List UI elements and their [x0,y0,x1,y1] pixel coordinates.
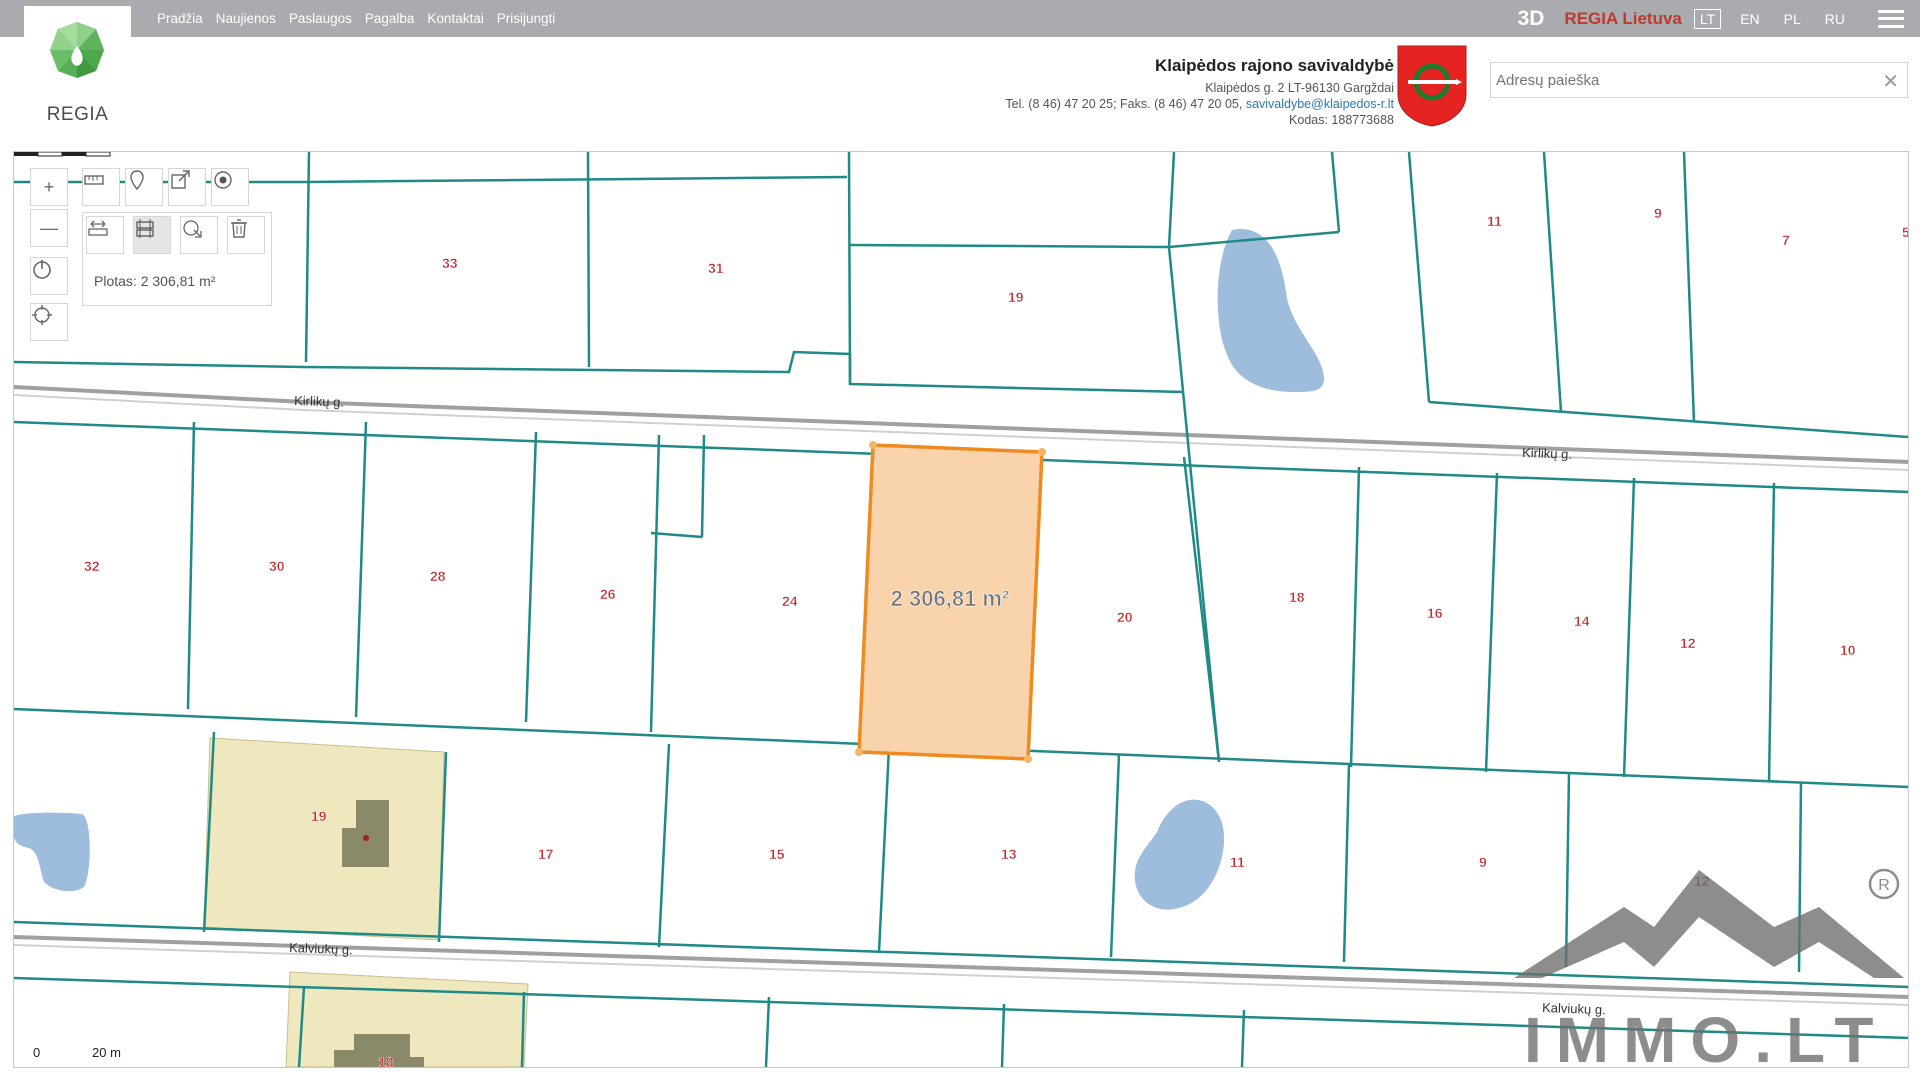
parcel-number: 26 [600,586,616,602]
locate-icon[interactable] [30,303,68,341]
vertex-handle[interactable] [1038,448,1046,456]
scale-zero: 0 [33,1045,41,1060]
top-right-controls: 3D REGIA Lietuva LT EN PL RU [1518,0,1920,37]
regia-logo-text: REGIA [46,104,109,125]
parcel-number: 9 [1654,205,1662,221]
parcel-number: 14 [1574,613,1590,629]
parcel-number: 17 [538,846,554,862]
parcel-number: 11 [1230,854,1245,870]
parcel-number: 15 [769,846,785,862]
parcel-number: 31 [708,260,724,276]
nav-item-pagalba[interactable]: Pagalba [365,11,415,26]
street-label: Kalviukų g. [289,940,353,957]
parcel-number: 10 [1840,642,1856,658]
pond [1217,228,1325,392]
street-label: Kirlikų g. [294,393,344,410]
municipality-email[interactable]: savivaldybe@klaipedos-r.lt [1246,97,1394,111]
parcel-number: 20 [1117,609,1133,625]
building-point [363,835,369,841]
trash-icon[interactable] [227,216,265,254]
parcel-number: 30 [269,558,285,574]
parcel-number: 28 [430,568,446,584]
nav-item-kontaktai[interactable]: Kontaktai [427,11,483,26]
measure-area-icon[interactable] [133,216,171,254]
target-icon[interactable] [211,168,249,206]
power-icon[interactable] [30,257,68,295]
parcel-number: 7 [1782,232,1790,248]
parcel-number: 18 [378,1054,394,1067]
scale-distance: 20 m [92,1045,121,1060]
parcel-number: 19 [311,808,327,824]
regia-logo[interactable]: REGIA [24,6,131,132]
parcel-number: 9 [1479,854,1487,870]
building-zone [203,737,445,941]
lang-lt[interactable]: LT [1693,8,1722,29]
vertex-handle[interactable] [1024,755,1032,763]
selected-area-label: 2 306,81 m² [891,586,1010,611]
regia-lietuva-link[interactable]: REGIA Lietuva [1564,9,1681,29]
municipality-address: Klaipėdos g. 2 LT-96130 Gargždai [1205,81,1394,95]
parcel-number: 19 [1008,289,1024,305]
parcel-number: 11 [1487,213,1502,229]
parcel-number: 5 [1902,224,1908,240]
pond [1134,799,1225,910]
main-nav: Pradžia Naujienos Paslaugos Pagalba Kont… [157,0,555,37]
nav-item-paslaugos[interactable]: Paslaugos [289,11,352,26]
pond [14,812,90,892]
nav-item-prisijungti[interactable]: Prisijungti [497,11,556,26]
parcel-number: 12 [1680,635,1696,651]
nav-item-pradzia[interactable]: Pradžia [157,11,203,26]
vertex-handle[interactable] [855,748,863,756]
zoom-in-button[interactable]: + [30,168,68,206]
share-icon[interactable] [168,168,206,206]
address-search: ✕ [1490,62,1908,98]
immo-watermark: R IMMO.LT [1514,868,1904,1067]
parcel-number: 32 [84,558,100,574]
pin-icon[interactable] [125,168,163,206]
municipality-contacts: Tel. (8 46) 47 20 25; Faks. (8 46) 47 20… [1005,96,1394,112]
parcel-number: 18 [1289,589,1305,605]
area-result-text: Plotas: 2 306,81 m² [94,273,216,289]
hamburger-menu-icon[interactable] [1878,9,1904,28]
roof-logo-icon [1514,870,1904,978]
measure-distance-icon[interactable] [86,216,124,254]
watermark-text: IMMO.LT [1524,1004,1887,1067]
lang-pl[interactable]: PL [1779,10,1806,28]
municipality-crest-icon [1397,45,1467,127]
3d-button[interactable]: 3D [1518,7,1545,31]
measure-radius-icon[interactable] [180,216,218,254]
municipality-code: Kodas: 188773688 [1289,113,1394,127]
municipality-name: Klaipėdos rajono savivaldybė [1154,56,1394,75]
regia-logo-icon [50,22,104,78]
municipality-phones: Tel. (8 46) 47 20 25; Faks. (8 46) 47 20… [1005,97,1243,111]
nav-item-naujienos[interactable]: Naujienos [216,11,276,26]
vertex-handle[interactable] [869,441,877,449]
lang-en[interactable]: EN [1735,10,1764,28]
municipality-info: Klaipėdos rajono savivaldybė Klaipėdos g… [1005,56,1394,128]
parcel-number: 33 [442,255,458,271]
top-bar: Pradžia Naujienos Paslaugos Pagalba Kont… [0,0,1920,37]
cadastral-map[interactable]: 2 306,81 m² Kirlikų g. Kirlikų g. Kalviu… [14,152,1908,1067]
zoom-out-button[interactable]: — [30,209,68,247]
clear-search-icon[interactable]: ✕ [1882,69,1899,94]
ruler-icon[interactable] [82,168,120,206]
registered-mark-icon: R [1878,877,1890,894]
street-label: Kirlikų g. [1522,445,1572,462]
scale-bar [14,152,111,157]
map-view[interactable]: 2 306,81 m² Kirlikų g. Kirlikų g. Kalviu… [13,151,1909,1068]
lang-ru[interactable]: RU [1820,10,1850,28]
parcel-number: 13 [1001,846,1017,862]
parcel-number: 16 [1427,605,1443,621]
address-search-input[interactable] [1491,63,1868,97]
parcel-number: 24 [782,593,798,609]
